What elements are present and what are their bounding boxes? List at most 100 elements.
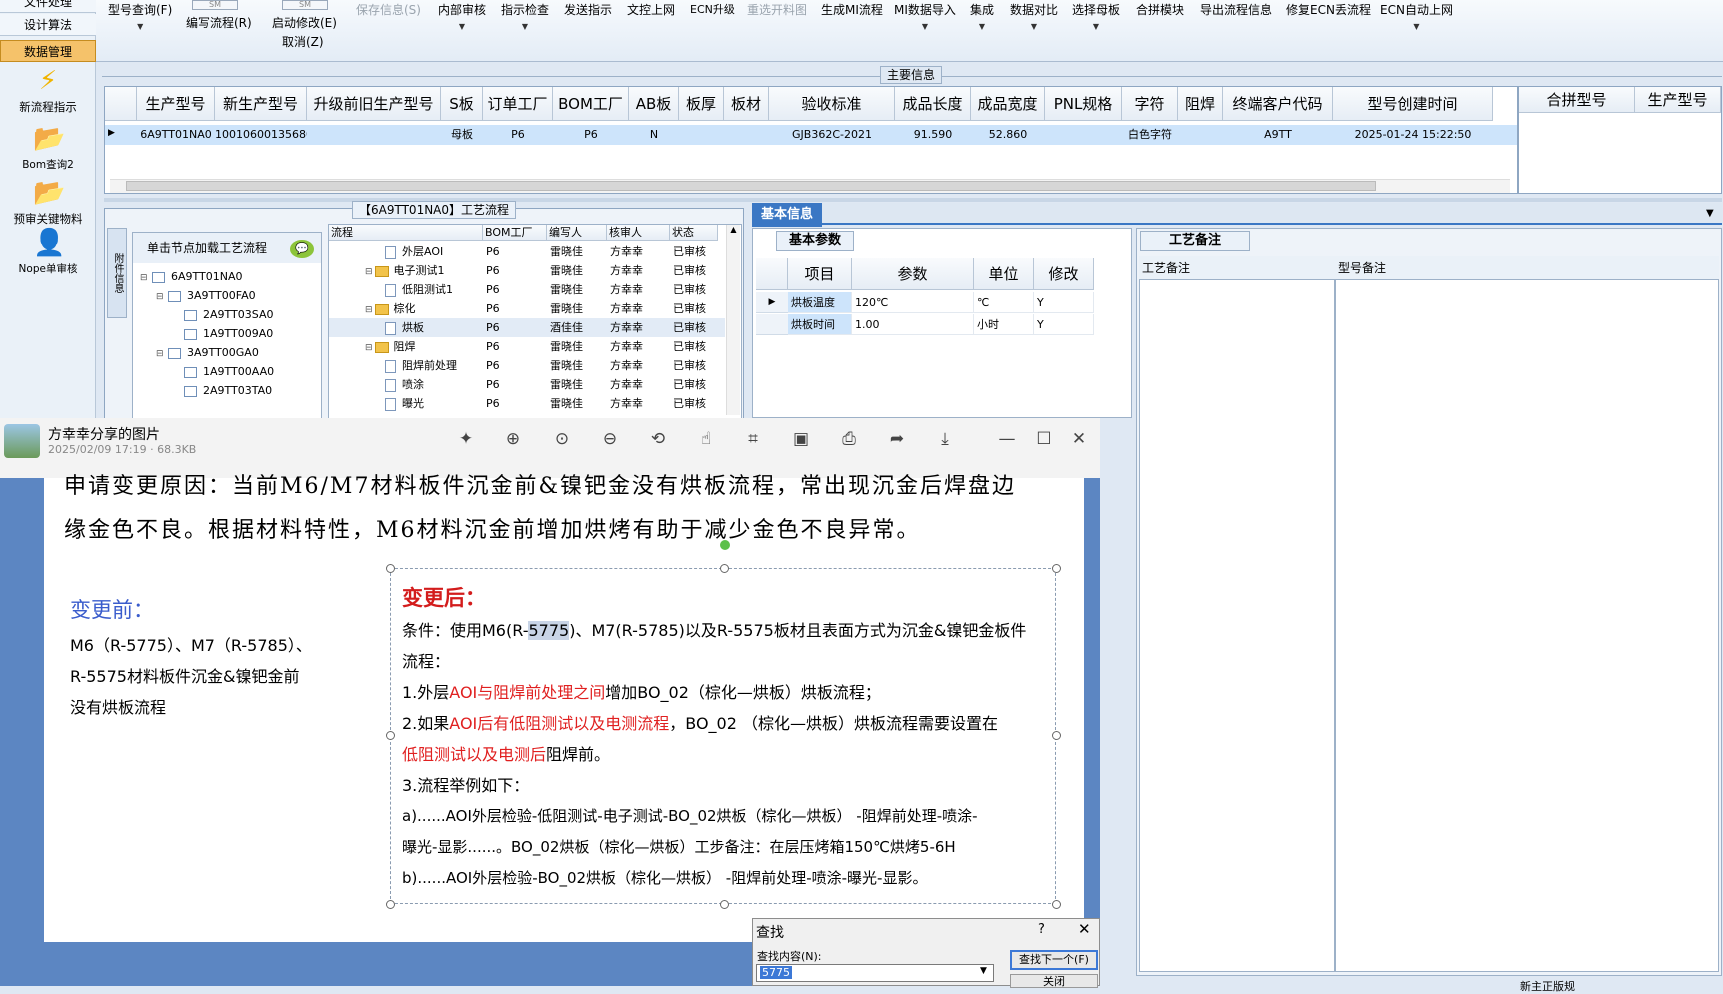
tool-key-material[interactable]: 📂 预审关键物料 [0, 178, 96, 227]
toolbar-write-flow[interactable]: 编写流程(R) [186, 14, 252, 31]
zoom-out-icon[interactable]: ⊖ [599, 428, 621, 450]
column-header[interactable]: 参数 [852, 258, 974, 290]
tree-node[interactable]: ⊟ 3A9TT00GA0 [156, 344, 259, 363]
tool-new-flow[interactable]: ⚡ 新流程指示 [0, 66, 96, 115]
minimize-icon[interactable]: — [996, 428, 1018, 450]
column-header[interactable]: S板 [441, 87, 483, 121]
column-header[interactable]: BOM工厂 [483, 225, 547, 241]
chevron-down-icon[interactable]: ▼ [1706, 208, 1714, 219]
table-row[interactable]: 曝光 P6 雷晓佳 方幸幸 已审核 [329, 394, 725, 413]
toolbar-mi-import[interactable]: MI数据导入 ▼ [894, 1, 956, 32]
tab-craft-note[interactable]: 工艺备注 [1140, 231, 1251, 251]
toolbar-internal-review[interactable]: 内部审核 ▼ [438, 1, 486, 32]
toolbar-ecn-upgrade[interactable]: ECN升级 [690, 1, 735, 17]
table-cell[interactable]: 小时 [974, 314, 1034, 335]
table-cell[interactable]: 烘板时间 [788, 314, 852, 335]
column-header[interactable]: 验收标准 [769, 87, 895, 121]
column-header[interactable]: BOM工厂 [553, 87, 629, 121]
tree-node[interactable]: 1A9TT009A0 [172, 325, 273, 342]
collapse-icon[interactable]: ⊟ [156, 289, 168, 306]
resize-handle[interactable] [1052, 900, 1061, 909]
table-row[interactable]: 外层AOI P6 雷晓佳 方幸幸 已审核 [329, 242, 725, 261]
menu-file[interactable]: 文件处理 [0, 0, 96, 13]
column-header[interactable]: 流程 [329, 225, 483, 241]
node-checkbox-icon[interactable] [168, 347, 181, 359]
rotate-handle[interactable] [720, 540, 730, 550]
toolbar-select-motherboard[interactable]: 选择母板 ▼ [1072, 1, 1120, 32]
close-icon[interactable]: ✕ [1068, 428, 1090, 450]
node-checkbox-icon[interactable] [184, 328, 197, 340]
node-checkbox-icon[interactable] [152, 271, 165, 283]
maximize-icon[interactable]: ☐ [1033, 428, 1055, 450]
column-header[interactable]: 新生产型号 [215, 87, 307, 121]
model-note-area[interactable] [1335, 256, 1719, 972]
tree-node[interactable]: 2A9TT03TA0 [172, 382, 272, 399]
column-header[interactable]: 状态 [670, 225, 718, 241]
column-header[interactable]: 成品宽度 [971, 87, 1045, 121]
toolbar-merge-module[interactable]: 合拼模块 [1136, 1, 1184, 18]
toolbar-data-compare[interactable]: 数据对比 ▼ [1010, 1, 1058, 32]
toolbar-generate-mi[interactable]: 生成MI流程 [821, 1, 883, 18]
magic-wand-icon[interactable]: ✦ [455, 428, 477, 450]
table-cell[interactable]: 120℃ [852, 292, 974, 313]
menu-data-management[interactable]: 数据管理 [0, 40, 96, 62]
table-row[interactable]: ⊟ 棕化 P6 雷晓佳 方幸幸 已审核 [329, 299, 725, 318]
toolbar-send-instruction[interactable]: 发送指示 [564, 1, 612, 18]
collapse-icon[interactable]: ⊟ [140, 270, 152, 287]
resize-handle[interactable] [1052, 731, 1061, 740]
column-header[interactable]: 修改 [1034, 258, 1094, 290]
toolbar-export-flow[interactable]: 导出流程信息 [1200, 1, 1272, 18]
tool-bom-query[interactable]: 📂 Bom查询2 [0, 124, 96, 172]
share-icon[interactable]: ➦ [886, 428, 908, 450]
tree-node[interactable]: ⊟ 6A9TT01NA0 [140, 268, 243, 287]
toolbar-cancel[interactable]: 取消(Z) [282, 33, 324, 50]
toolbar-ecn-auto-online[interactable]: ECN自动上网 ▼ [1380, 1, 1453, 32]
column-header[interactable]: 板材 [724, 87, 769, 121]
download-icon[interactable]: ⤓ [934, 428, 956, 450]
toolbar-fix-ecn[interactable]: 修复ECN丢流程 [1286, 1, 1371, 18]
node-checkbox-icon[interactable] [184, 366, 197, 378]
node-checkbox-icon[interactable] [168, 290, 181, 302]
table-row[interactable]: 烘板 P6 酒佳佳 方幸幸 已审核 [329, 318, 725, 337]
vertical-scrollbar[interactable]: ▲ [726, 225, 740, 415]
column-header[interactable]: 核审人 [607, 225, 670, 241]
rotate-icon[interactable]: ⟲ [647, 428, 669, 450]
comment-icon[interactable]: 💬 [290, 240, 314, 258]
help-icon[interactable]: ? [1038, 922, 1045, 937]
table-cell[interactable]: Y [1034, 314, 1094, 335]
attachment-side-tab[interactable]: 附件信息 [107, 228, 127, 318]
column-header[interactable]: 阻焊 [1178, 87, 1223, 121]
tab-basic-info[interactable]: 基本信息 [752, 203, 822, 227]
table-cell[interactable]: Y [1034, 292, 1094, 313]
tab-basic-param[interactable]: 基本参数 [776, 231, 855, 251]
table-cell[interactable]: ℃ [974, 292, 1034, 313]
table-cell[interactable]: 烘板温度 [788, 292, 852, 313]
tool-nope-review[interactable]: 👤 Nope单审核 [0, 228, 96, 276]
resize-handle[interactable] [1052, 564, 1061, 573]
find-next-button[interactable]: 查找下一个(F) [1010, 950, 1098, 970]
collapse-icon[interactable]: ⊟ [365, 343, 373, 353]
column-header[interactable]: 生产型号 [137, 87, 215, 121]
column-header[interactable]: 编写人 [547, 225, 607, 241]
toolbar-integrate[interactable]: 集成 ▼ [970, 1, 994, 32]
column-header[interactable]: 型号创建时间 [1333, 87, 1493, 121]
close-icon[interactable]: ✕ [1078, 920, 1091, 938]
toolbar-doc-online[interactable]: 文控上网 [627, 1, 675, 18]
resize-handle[interactable] [720, 900, 729, 909]
horizontal-splitter[interactable] [104, 198, 1722, 202]
tree-node[interactable]: 1A9TT00AA0 [172, 363, 274, 380]
resize-handle[interactable] [386, 900, 395, 909]
craft-note-area[interactable] [1139, 256, 1335, 972]
tree-node[interactable]: 2A9TT03SA0 [172, 306, 273, 323]
column-header[interactable]: 终端客户代码 [1223, 87, 1333, 121]
resize-handle[interactable] [720, 564, 729, 573]
resize-handle[interactable] [386, 731, 395, 740]
node-checkbox-icon[interactable] [184, 309, 197, 321]
resize-handle[interactable] [386, 564, 395, 573]
column-header[interactable]: 单位 [974, 258, 1034, 290]
collapse-icon[interactable]: ⊟ [365, 267, 373, 277]
column-header[interactable]: AB板 [629, 87, 679, 121]
table-row[interactable]: ⊟ 电子测试1 P6 雷晓佳 方幸幸 已审核 [329, 261, 725, 280]
table-cell[interactable]: 1.00 [852, 314, 974, 335]
hand-icon[interactable]: ☝ [695, 428, 717, 450]
